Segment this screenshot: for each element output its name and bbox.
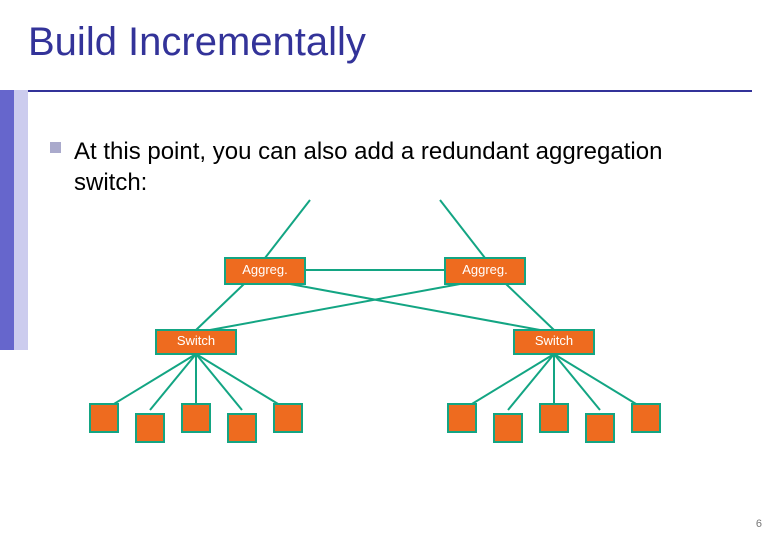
network-diagram xyxy=(0,0,780,540)
page-number: 6 xyxy=(756,518,762,530)
